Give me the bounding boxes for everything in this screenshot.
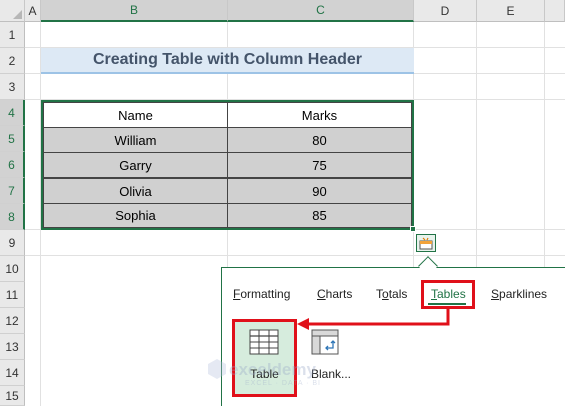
col-header-label: B (129, 3, 138, 17)
watermark-logo-icon (208, 359, 226, 379)
row-header-label: 8 (8, 209, 15, 224)
row-header-label: 4 (8, 105, 15, 120)
row-header-label: 7 (8, 183, 15, 198)
cell-value: Sophia (115, 208, 156, 223)
row-header-3[interactable]: 3 (0, 74, 25, 100)
watermark: exceldemy EXCEL · DATA · BI (207, 358, 357, 398)
table-header-label: Marks (301, 107, 338, 123)
col-header-c[interactable]: C (228, 0, 414, 22)
tab-label-accel: S (491, 287, 500, 301)
fill-handle[interactable] (410, 226, 416, 232)
table-cell[interactable]: 85 (227, 203, 412, 228)
table-cell[interactable]: 80 (227, 127, 412, 153)
row-header-8[interactable]: 8 (0, 204, 25, 230)
row-header-label: 15 (5, 388, 19, 403)
quick-analysis-button[interactable] (416, 234, 436, 252)
col-header-f[interactable] (545, 0, 565, 22)
row-header-label: 13 (5, 339, 19, 354)
col-header-b[interactable]: B (41, 0, 228, 22)
row-header-label: 12 (5, 313, 19, 328)
tab-label-accel: C (317, 287, 326, 301)
row-header-9[interactable]: 9 (0, 230, 25, 256)
row-header-13[interactable]: 13 (0, 334, 25, 360)
cell-value: 85 (312, 208, 327, 223)
table-header-name[interactable]: Name (43, 102, 228, 128)
highlight-box-tables-tab (421, 280, 475, 309)
table-header-marks[interactable]: Marks (227, 102, 412, 128)
tab-label: harts (325, 287, 353, 301)
tab-charts[interactable]: Charts (317, 286, 352, 302)
col-header-d[interactable]: D (414, 0, 477, 22)
table-cell[interactable]: 75 (227, 152, 412, 178)
col-header-label: C (316, 3, 325, 17)
row-header-label: 3 (8, 79, 16, 94)
col-header-label: A (28, 3, 37, 18)
col-header-e[interactable]: E (477, 0, 545, 22)
row-header-label: 9 (8, 235, 16, 250)
table-cell[interactable]: Sophia (43, 203, 228, 228)
col-header-label: D (440, 3, 450, 18)
row-header-label: 14 (5, 365, 19, 380)
row-header-label: 11 (5, 287, 19, 302)
row-header-12[interactable]: 12 (0, 308, 25, 334)
quick-analysis-icon (419, 237, 433, 249)
table-cell[interactable]: Olivia (43, 178, 228, 204)
row-header-7[interactable]: 7 (0, 178, 25, 204)
cell-value: Olivia (119, 183, 152, 199)
tab-totals[interactable]: Totals (376, 286, 407, 302)
cell-value: Garry (119, 157, 152, 173)
row-header-label: 10 (5, 261, 19, 276)
cell-value: 90 (312, 183, 327, 199)
watermark-subtext: EXCEL · DATA · BI (245, 380, 321, 387)
tab-label: ormatting (240, 287, 291, 301)
row-header-label: 5 (8, 131, 15, 146)
row-header-label: 2 (8, 53, 16, 68)
row-header-label: 1 (8, 27, 16, 42)
tab-label: tals (388, 287, 408, 301)
table-header-label: Name (118, 107, 153, 123)
row-header-15[interactable]: 15 (0, 386, 25, 406)
tab-label: parklines (499, 287, 548, 301)
row-header-label: 6 (8, 157, 15, 172)
row-header-1[interactable]: 1 (0, 22, 25, 48)
table-cell[interactable]: Garry (43, 152, 228, 178)
row-header-4[interactable]: 4 (0, 100, 25, 126)
cell-value: 80 (312, 132, 327, 148)
select-all-corner[interactable] (0, 0, 25, 22)
table-cell[interactable]: William (43, 127, 228, 153)
col-header-label: E (506, 3, 515, 18)
row-header-5[interactable]: 5 (0, 126, 25, 152)
table-cell[interactable]: 90 (227, 178, 412, 204)
blank-pivot-icon (311, 329, 339, 355)
grid-line (25, 255, 565, 256)
row-header-11[interactable]: 11 (0, 282, 25, 308)
sheet-title-text: Creating Table with Column Header (92, 51, 363, 68)
tab-label-accel: o (382, 287, 389, 301)
tab-formatting[interactable]: Formatting (233, 286, 290, 302)
sheet-title[interactable]: Creating Table with Column Header (41, 48, 414, 74)
row-header-14[interactable]: 14 (0, 360, 25, 386)
row-header-10[interactable]: 10 (0, 256, 25, 282)
watermark-text: exceldemy (229, 360, 316, 379)
cell-value: 75 (312, 157, 327, 173)
row-header-2[interactable]: 2 (0, 48, 25, 74)
row-header-6[interactable]: 6 (0, 152, 25, 178)
tab-sparklines[interactable]: Sparklines (491, 286, 547, 302)
col-header-a[interactable]: A (25, 0, 41, 22)
cell-value: William (114, 132, 157, 148)
